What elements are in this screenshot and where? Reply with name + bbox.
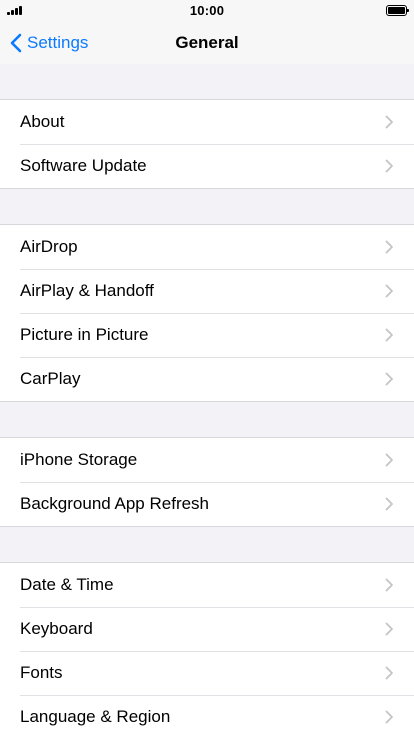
settings-row-background-app-refresh[interactable]: Background App Refresh [0,482,414,526]
row-label: Background App Refresh [20,494,210,513]
settings-group: About Software Update [0,99,414,189]
settings-row-language-and-region[interactable]: Language & Region [0,695,414,736]
chevron-right-icon [385,115,393,129]
row-label: AirPlay & Handoff [20,281,154,300]
chevron-right-icon [385,159,393,173]
battery-icon [386,5,409,16]
settings-group: iPhone Storage Background App Refresh [0,437,414,527]
chevron-right-icon [385,497,393,511]
settings-row-software-update[interactable]: Software Update [0,144,414,188]
chevron-right-icon [385,240,393,254]
group-spacer [0,189,414,224]
settings-general-screen: 10:00 Settings General About Software Upd… [0,0,414,736]
settings-row-airdrop[interactable]: AirDrop [0,225,414,269]
chevron-right-icon [385,578,393,592]
group-spacer [0,527,414,562]
settings-row-picture-in-picture[interactable]: Picture in Picture [0,313,414,357]
settings-row-fonts[interactable]: Fonts [0,651,414,695]
back-button-label: Settings [27,33,89,52]
row-label: Date & Time [20,575,114,594]
settings-row-carplay[interactable]: CarPlay [0,357,414,401]
chevron-right-icon [385,666,393,680]
chevron-right-icon [385,372,393,386]
settings-row-airplay-and-handoff[interactable]: AirPlay & Handoff [0,269,414,313]
settings-group: Date & Time Keyboard Fonts Language & Regio… [0,562,414,736]
back-button[interactable]: Settings [10,22,88,64]
row-label: iPhone Storage [20,450,138,469]
row-label: Fonts [20,663,63,682]
row-label: Keyboard [20,619,93,638]
status-time: 10:00 [189,3,225,18]
settings-group: AirDrop AirPlay & Handoff Picture in Pictu… [0,224,414,402]
settings-row-about[interactable]: About [0,100,414,144]
navigation-bar: Settings General [0,22,414,65]
row-label: CarPlay [20,369,81,388]
chevron-left-icon [10,33,22,53]
chevron-right-icon [385,710,393,724]
group-spacer [0,402,414,437]
settings-row-keyboard[interactable]: Keyboard [0,607,414,651]
row-label: Software Update [20,156,147,175]
group-spacer [0,64,414,99]
chevron-right-icon [385,284,393,298]
settings-row-iphone-storage[interactable]: iPhone Storage [0,438,414,482]
row-label: Picture in Picture [20,325,149,344]
status-bar: 10:00 [0,0,414,22]
settings-row-date-and-time[interactable]: Date & Time [0,563,414,607]
chevron-right-icon [385,328,393,342]
chevron-right-icon [385,622,393,636]
chevron-right-icon [385,453,393,467]
row-label: About [20,112,65,131]
row-label: Language & Region [20,707,171,726]
settings-list: About Software Update AirDrop AirPlay & Han… [0,64,414,736]
row-label: AirDrop [20,237,78,256]
